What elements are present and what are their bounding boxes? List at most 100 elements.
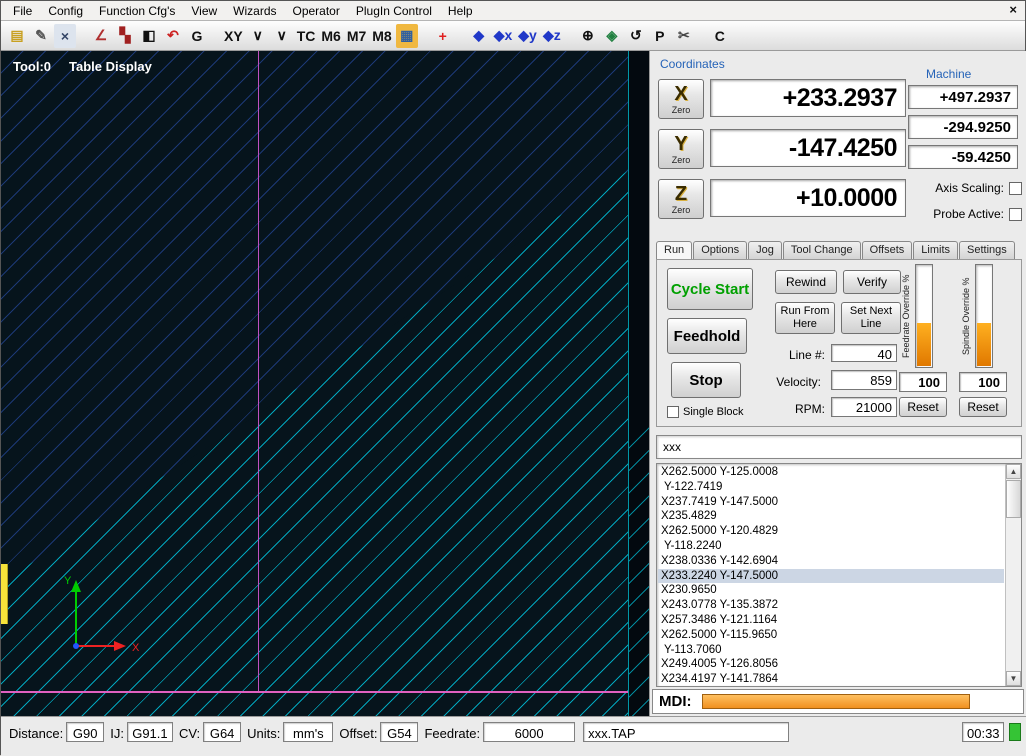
units-value[interactable]: mm's xyxy=(283,722,334,742)
close-icon[interactable]: × xyxy=(1009,2,1017,17)
scroll-up-icon[interactable]: ▲ xyxy=(1006,464,1021,479)
run-from-here-button[interactable]: Run From Here xyxy=(775,302,835,334)
feedrate-override-value[interactable]: 100 xyxy=(899,372,947,392)
close-file-icon[interactable]: × xyxy=(54,23,76,48)
machine-coords-icon[interactable]: ⊕ xyxy=(577,24,599,48)
undo-icon[interactable]: ↶ xyxy=(162,24,184,48)
y-dro[interactable]: -147.4250 xyxy=(710,129,906,167)
gcode-line[interactable]: X238.0336 Y-142.6904 xyxy=(658,554,1004,569)
safety-shield-icon[interactable]: ◈ xyxy=(601,24,623,48)
gcode-line[interactable]: X262.5000 Y-115.9650 xyxy=(658,628,1004,643)
tab-limits[interactable]: Limits xyxy=(913,241,959,259)
tab-tool-change[interactable]: Tool Change xyxy=(782,241,861,259)
zero-x-button[interactable]: X Zero xyxy=(658,79,704,119)
line-number-field[interactable]: 40 xyxy=(831,344,897,362)
cut-icon[interactable]: ✂ xyxy=(673,24,695,48)
scroll-thumb[interactable] xyxy=(1006,480,1021,518)
gcode-line[interactable]: X237.7419 Y-147.5000 xyxy=(658,495,1004,510)
gcode-line[interactable]: X234.4197 Y-141.7864 xyxy=(658,672,1004,686)
new-file-icon[interactable]: ▤ xyxy=(6,24,28,48)
z-dro[interactable]: +10.0000 xyxy=(710,179,906,217)
tab-settings[interactable]: Settings xyxy=(959,241,1015,259)
probe-tool-icon[interactable]: ∠ xyxy=(90,24,112,48)
spindle-reset-button[interactable]: Reset xyxy=(959,397,1007,417)
rpm-field[interactable]: 21000 xyxy=(831,397,897,417)
loaded-file-value[interactable]: xxx.TAP xyxy=(583,722,790,742)
feedrate-value[interactable]: 6000 xyxy=(483,722,576,742)
edit-file-icon[interactable]: ✎ xyxy=(30,24,52,48)
z-raise-icon[interactable]: ∨ xyxy=(271,24,293,48)
gcode-line[interactable]: X249.4005 Y-126.8056 xyxy=(658,657,1004,672)
menu-help[interactable]: Help xyxy=(440,2,481,20)
menu-config[interactable]: Config xyxy=(40,2,91,20)
display-mode-icon[interactable]: ▚ xyxy=(114,24,136,48)
gcode-scrollbar[interactable]: ▲ ▼ xyxy=(1005,464,1021,686)
x-dro[interactable]: +233.2937 xyxy=(710,79,906,117)
gcode-line[interactable]: X243.0778 Y-135.3872 xyxy=(658,598,1004,613)
gcode-line[interactable]: X257.3486 Y-121.1164 xyxy=(658,613,1004,628)
set-next-line-button[interactable]: Set Next Line xyxy=(841,302,901,334)
single-block-checkbox[interactable] xyxy=(667,406,679,418)
ref-all-home-icon[interactable]: ◆ xyxy=(468,24,490,48)
gcode-filename-box[interactable]: xxx xyxy=(656,435,1022,459)
regen-toolpath-icon[interactable]: C xyxy=(709,24,731,48)
rewind-button[interactable]: Rewind xyxy=(775,270,837,294)
zero-y-icon[interactable]: ◆y xyxy=(516,24,539,48)
elapsed-time-value[interactable]: 00:33 xyxy=(962,722,1004,742)
contrast-icon[interactable]: ◧ xyxy=(138,24,160,48)
gcode-line[interactable]: Y-118.2240 xyxy=(658,539,1004,554)
tab-offsets[interactable]: Offsets xyxy=(861,241,913,259)
gcode-line[interactable]: X233.2240 Y-147.5000 xyxy=(658,568,1004,584)
feedhold-button[interactable]: Feedhold xyxy=(667,318,747,354)
menu-function-cfgs[interactable]: Function Cfg's xyxy=(91,2,183,20)
probe-active-checkbox[interactable] xyxy=(1009,207,1022,221)
machine-x-dro[interactable]: +497.2937 xyxy=(908,85,1018,109)
spindle-override-value[interactable]: 100 xyxy=(959,372,1007,392)
gcode-line[interactable]: X230.9650 xyxy=(658,583,1004,598)
scroll-down-icon[interactable]: ▼ xyxy=(1006,671,1021,686)
offset-value[interactable]: G54 xyxy=(380,722,419,742)
z-lower-icon[interactable]: ∨ xyxy=(247,24,269,48)
status-indicator[interactable] xyxy=(1009,723,1021,741)
zero-y-button[interactable]: Y Zero xyxy=(658,129,704,169)
machine-y-dro[interactable]: -294.9250 xyxy=(908,115,1018,139)
spindle-override-slider[interactable] xyxy=(975,264,993,368)
distance-mode-value[interactable]: G90 xyxy=(66,722,105,742)
axis-scaling-checkbox[interactable] xyxy=(1009,181,1022,195)
rotate-icon[interactable]: ↺ xyxy=(625,24,647,48)
mdi-input[interactable] xyxy=(701,694,970,709)
ij-mode-value[interactable]: G91.1 xyxy=(126,722,173,742)
gcode-line[interactable]: X262.5000 Y-125.0008 xyxy=(658,465,1004,480)
menu-wizards[interactable]: Wizards xyxy=(225,2,284,20)
park-icon[interactable]: P xyxy=(649,24,671,48)
menu-view[interactable]: View xyxy=(183,2,225,20)
menu-plugin-control[interactable]: PlugIn Control xyxy=(348,2,440,20)
cv-mode-value[interactable]: G64 xyxy=(203,722,242,742)
tab-options[interactable]: Options xyxy=(693,241,748,259)
m6-icon[interactable]: M6 xyxy=(319,24,342,48)
gcode-line[interactable]: Y-113.7060 xyxy=(658,643,1004,658)
toolpath-display[interactable]: Tool:0 Table Display Y X xyxy=(1,51,649,716)
tab-run[interactable]: Run xyxy=(656,241,693,259)
gcode-line[interactable]: X235.4829 xyxy=(658,509,1004,524)
gcode-icon[interactable]: G xyxy=(186,24,208,48)
cycle-start-button[interactable]: Cycle Start xyxy=(667,268,753,310)
machine-z-dro[interactable]: -59.4250 xyxy=(908,145,1018,169)
zero-x-icon[interactable]: ◆x xyxy=(492,24,515,48)
m8-icon[interactable]: M8 xyxy=(370,24,393,48)
gcode-line[interactable]: Y-122.7419 xyxy=(658,480,1004,495)
feedrate-reset-button[interactable]: Reset xyxy=(899,397,947,417)
stop-button[interactable]: Stop xyxy=(671,362,741,398)
feedrate-override-slider[interactable] xyxy=(915,264,933,368)
zero-z-icon[interactable]: ◆z xyxy=(541,24,563,48)
tool-table-icon[interactable]: ▦ xyxy=(395,23,418,48)
menu-operator[interactable]: Operator xyxy=(285,2,348,20)
zero-z-button[interactable]: Z Zero xyxy=(658,179,704,219)
xy-plane-icon[interactable]: XY xyxy=(222,24,245,48)
velocity-field[interactable]: 859 xyxy=(831,370,897,390)
tab-jog[interactable]: Jog xyxy=(748,241,782,259)
menu-file[interactable]: File xyxy=(5,2,40,20)
m7-icon[interactable]: M7 xyxy=(345,24,368,48)
gcode-line[interactable]: X262.5000 Y-120.4829 xyxy=(658,524,1004,539)
tool-change-icon[interactable]: TC xyxy=(295,24,318,48)
